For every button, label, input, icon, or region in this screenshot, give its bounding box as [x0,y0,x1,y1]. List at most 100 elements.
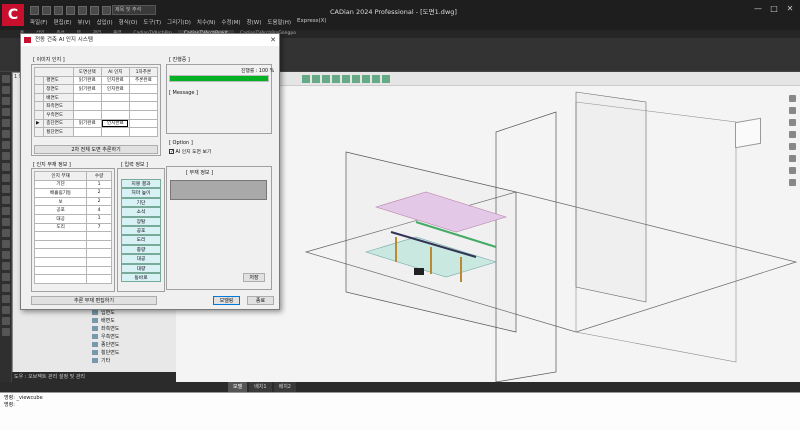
ai-view-checkbox[interactable]: ✓ [169,149,174,155]
input-item[interactable]: 종량 [121,244,161,255]
member-row[interactable]: 배흘림기둥 2 [33,188,112,198]
menu-item[interactable]: 그리기(D) [167,18,191,28]
input-item[interactable]: 도리 [121,235,161,245]
zoom-nav-icon[interactable] [789,107,796,114]
ai-table-row[interactable]: 평면도 읽기완료 인지완료 추론완료 [33,75,159,86]
input-item[interactable]: 대량 [121,263,161,273]
offset-tool-icon[interactable] [2,251,10,259]
ai-table-row[interactable]: ▶ 종단면도 읽기완료 인지완료 [33,118,159,129]
ai-status-cell[interactable] [72,109,102,120]
ai-status-cell[interactable] [128,92,159,103]
stretch-tool-icon[interactable] [2,328,10,336]
polygon-tool-icon[interactable] [2,130,10,138]
zoom-icon[interactable] [312,75,320,83]
ai-table-row[interactable]: 배면도 [33,92,159,103]
minimize-button[interactable]: — [752,4,764,14]
ai-status-cell[interactable]: 추론완료 [128,75,159,86]
render-icon[interactable] [382,75,390,83]
layout-tab[interactable]: 배치2 [273,382,296,392]
save-icon[interactable] [54,6,63,15]
menu-item[interactable]: 도구(T) [143,18,161,28]
drawing-view-item[interactable]: 기타 [88,356,176,364]
ai-status-cell[interactable] [100,127,130,137]
ai-status-cell[interactable]: 인지완료 [100,118,130,129]
orbit-nav-icon[interactable] [789,119,796,126]
input-item[interactable]: 대공 [121,254,161,264]
shade-icon[interactable] [372,75,380,83]
extend-tool-icon[interactable] [2,240,10,248]
undo-icon[interactable] [78,6,87,15]
menu-item[interactable]: 편집(E) [54,18,72,28]
ai-table-row[interactable]: 우측면도 [33,109,159,120]
input-item[interactable]: 공포 [121,225,161,236]
menu-item[interactable]: 삽입(I) [97,18,113,28]
look-icon[interactable] [789,179,796,186]
infer-all-button[interactable]: 2차 전체 도면 추론하기 [34,145,158,154]
menu-item[interactable]: 수정(M) [221,18,240,28]
drawing-view-item[interactable]: 종단면도 [88,340,176,348]
exit-button[interactable]: 종료 [247,296,274,305]
ai-status-cell[interactable] [100,92,130,103]
steering-wheel-icon[interactable] [789,131,796,138]
ai-table-row[interactable]: 횡단면도 [33,127,159,137]
ai-status-cell[interactable] [128,118,159,129]
member-row[interactable]: 공포 4 [33,205,112,215]
ai-status-cell[interactable] [128,101,159,111]
ai-status-cell[interactable]: 읽기완료 [72,118,102,129]
ai-status-cell[interactable] [100,101,130,111]
menu-item[interactable]: 도움말(H) [267,18,291,28]
member-row[interactable]: 기단 1 [33,179,112,190]
ai-status-cell[interactable]: 인지완료 [100,84,130,94]
print-icon[interactable] [66,6,75,15]
save-button[interactable]: 저장 [243,273,265,282]
menu-item[interactable]: Express(X) [297,18,327,28]
ai-status-cell[interactable]: 인지완료 [100,75,130,86]
input-item[interactable]: 지붕 결과 [121,179,161,189]
menu-item[interactable]: 뷰(V) [77,18,90,28]
ai-table-row[interactable]: 좌측면도 [33,101,159,111]
member-row[interactable]: 대공 1 [33,213,112,224]
input-item[interactable]: 동바로 [121,272,161,283]
input-item[interactable]: 장탈 [121,216,161,226]
layout-tab[interactable]: 모델 [228,382,248,392]
ai-status-cell[interactable] [100,109,130,120]
input-item[interactable]: 기단 [121,197,161,208]
rotate-tool-icon[interactable] [2,207,10,215]
rectangle-tool-icon[interactable] [2,119,10,127]
command-prompt[interactable]: 명령: [4,401,15,408]
view-top-icon[interactable] [332,75,340,83]
drawing-view-item[interactable]: 좌측면도 [88,324,176,332]
ai-status-cell[interactable] [128,109,159,120]
fillet-tool-icon[interactable] [2,295,10,303]
menu-item[interactable]: 치수(N) [197,18,216,28]
drawing-view-item[interactable]: 우측면도 [88,332,176,340]
trim-tool-icon[interactable] [2,229,10,237]
close-button[interactable]: ✕ [784,4,796,14]
input-item[interactable]: 소석 [121,207,161,217]
pan-icon[interactable] [302,75,310,83]
zoom-extents-icon[interactable] [789,143,796,150]
explode-tool-icon[interactable] [2,284,10,292]
menu-item[interactable]: 파일(F) [30,18,48,28]
app-logo[interactable]: C [2,4,24,26]
input-item[interactable]: 처마 높이 [121,188,161,198]
member-row[interactable]: 도리 7 [33,222,112,233]
view-iso-icon[interactable] [362,75,370,83]
ai-table-row[interactable]: 정면도 읽기완료 인지완료 [33,84,159,94]
chamfer-tool-icon[interactable] [2,306,10,314]
ai-status-cell[interactable] [72,101,102,111]
ai-status-cell[interactable] [128,84,159,94]
move-tool-icon[interactable] [2,185,10,193]
orbit-icon[interactable] [322,75,330,83]
ai-status-cell[interactable]: 읽기완료 [72,84,102,94]
polyline-tool-icon[interactable] [2,86,10,94]
command-line[interactable] [0,392,800,430]
layer-icon[interactable] [102,6,111,15]
edit-members-button[interactable]: 추론 부재 편집하기 [31,296,157,305]
erase-tool-icon[interactable] [2,273,10,281]
ai-status-cell[interactable] [128,127,159,137]
scale-tool-icon[interactable] [2,218,10,226]
pan-nav-icon[interactable] [789,95,796,102]
drawing-view-item[interactable]: 배면도 [88,316,176,324]
hatch-tool-icon[interactable] [2,163,10,171]
